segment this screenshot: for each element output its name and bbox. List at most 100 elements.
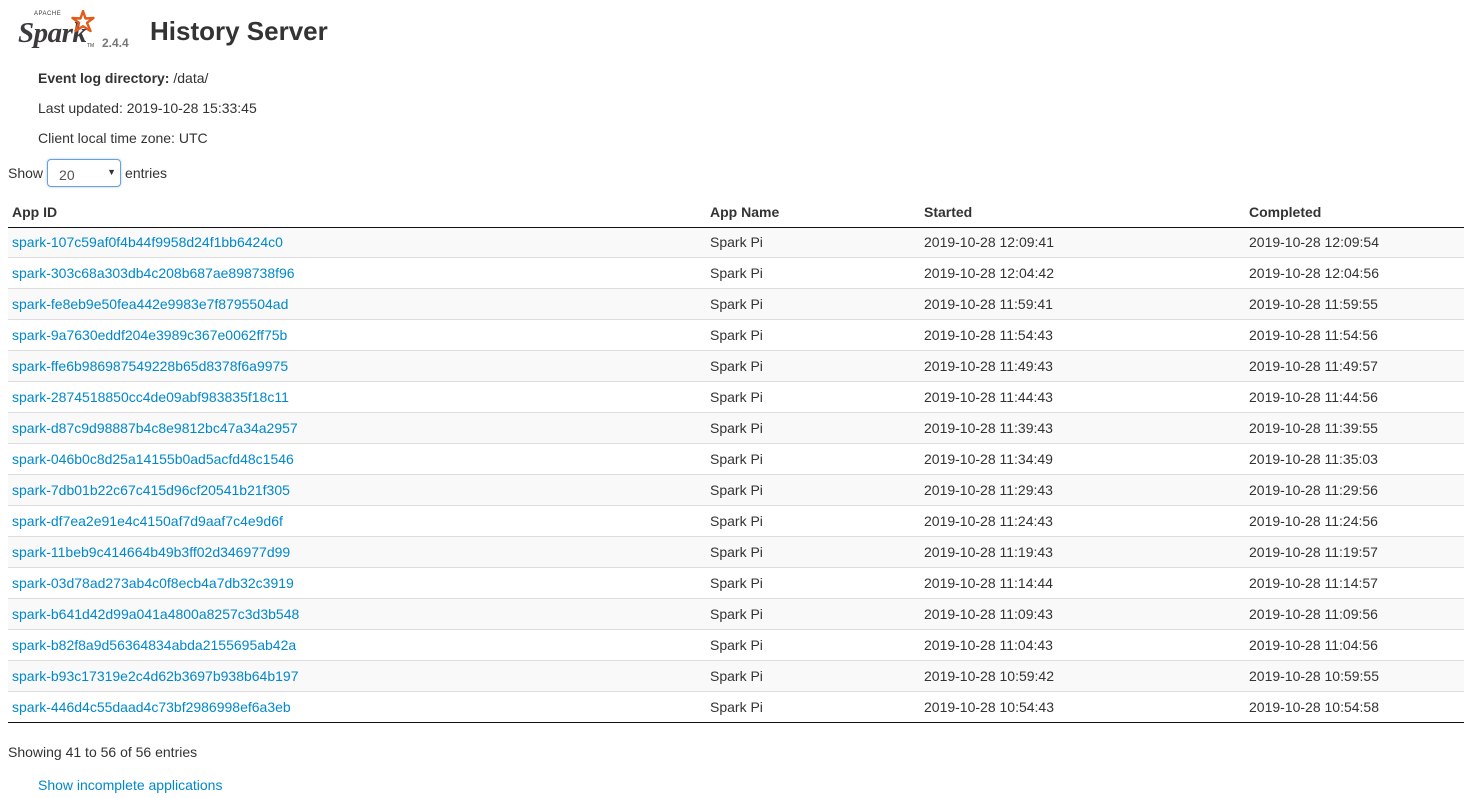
cell-app-id: spark-b93c17319e2c4d62b3697b938b64b197 xyxy=(8,659,706,691)
cell-app-id: spark-9a7630eddf204e3989c367e0062ff75b xyxy=(8,318,706,350)
cell-app-name: Spark Pi xyxy=(706,380,920,412)
column-header-started[interactable]: Started xyxy=(920,198,1245,228)
cell-started: 2019-10-28 11:29:43 xyxy=(920,473,1245,505)
app-id-link[interactable]: spark-7db01b22c67c415d96cf20541b21f305 xyxy=(12,482,290,498)
cell-app-id: spark-303c68a303db4c208b687ae898738f96 xyxy=(8,256,706,288)
cell-app-id: spark-d87c9d98887b4c8e9812bc47a34a2957 xyxy=(8,411,706,443)
app-id-link[interactable]: spark-b641d42d99a041a4800a8257c3d3b548 xyxy=(12,606,299,622)
app-id-link[interactable]: spark-446d4c55daad4c73bf2986998ef6a3eb xyxy=(12,699,291,715)
client-timezone: Client local time zone: UTC xyxy=(38,130,208,146)
spark-star-icon xyxy=(71,10,95,33)
show-incomplete-applications-link[interactable]: Show incomplete applications xyxy=(38,777,222,793)
applications-table: App ID App Name Started Completed spark-… xyxy=(8,198,1464,723)
table-row: spark-fe8eb9e50fea442e9983e7f8795504ad Sp… xyxy=(8,287,1464,319)
cell-started: 2019-10-28 11:09:43 xyxy=(920,597,1245,629)
cell-app-name: Spark Pi xyxy=(706,628,920,660)
cell-app-id: spark-03d78ad273ab4c0f8ecb4a7db32c3919 xyxy=(8,566,706,598)
entries-per-page-select[interactable]: 20 ▼ xyxy=(47,159,122,187)
table-info-status: Showing 41 to 56 of 56 entries xyxy=(8,744,198,760)
cell-started: 2019-10-28 11:39:43 xyxy=(920,411,1245,443)
table-row: spark-11beb9c414664b49b3ff02d346977d99 Sp… xyxy=(8,535,1464,567)
table-row: spark-7db01b22c67c415d96cf20541b21f305 Sp… xyxy=(8,473,1464,505)
cell-app-id: spark-7db01b22c67c415d96cf20541b21f305 xyxy=(8,473,706,505)
app-id-link[interactable]: spark-303c68a303db4c208b687ae898738f96 xyxy=(12,265,295,281)
cell-completed: 2019-10-28 11:54:56 xyxy=(1245,318,1464,350)
cell-app-id: spark-b82f8a9d56364834abda2155695ab42a xyxy=(8,628,706,660)
cell-app-name: Spark Pi xyxy=(706,504,920,536)
table-row: spark-df7ea2e91e4c4150af7d9aaf7c4e9d6f Sp… xyxy=(8,504,1464,536)
app-id-link[interactable]: spark-2874518850cc4de09abf983835f18c11 xyxy=(12,389,289,405)
cell-app-name: Spark Pi xyxy=(706,597,920,629)
table-row: spark-b641d42d99a041a4800a8257c3d3b548 Sp… xyxy=(8,597,1464,629)
show-label: Show xyxy=(8,165,44,181)
page-title: History Server xyxy=(150,16,328,46)
app-id-link[interactable]: spark-ffe6b986987549228b65d8378f6a9975 xyxy=(12,358,288,374)
app-id-link[interactable]: spark-d87c9d98887b4c8e9812bc47a34a2957 xyxy=(12,420,298,436)
cell-app-id: spark-11beb9c414664b49b3ff02d346977d99 xyxy=(8,535,706,567)
cell-app-id: spark-446d4c55daad4c73bf2986998ef6a3eb xyxy=(8,690,706,723)
cell-started: 2019-10-28 11:04:43 xyxy=(920,628,1245,660)
entries-label: entries xyxy=(125,165,168,181)
cell-app-id: spark-b641d42d99a041a4800a8257c3d3b548 xyxy=(8,597,706,629)
cell-completed: 2019-10-28 11:35:03 xyxy=(1245,442,1464,474)
cell-started: 2019-10-28 11:44:43 xyxy=(920,380,1245,412)
cell-started: 2019-10-28 11:24:43 xyxy=(920,504,1245,536)
chevron-down-icon: ▼ xyxy=(107,167,117,177)
entries-length-control: Show 20 ▼ entries xyxy=(8,158,167,188)
table-row: spark-03d78ad273ab4c0f8ecb4a7db32c3919 Sp… xyxy=(8,566,1464,598)
app-id-link[interactable]: spark-fe8eb9e50fea442e9983e7f8795504ad xyxy=(12,296,288,312)
cell-completed: 2019-10-28 11:14:57 xyxy=(1245,566,1464,598)
cell-app-name: Spark Pi xyxy=(706,349,920,381)
app-id-link[interactable]: spark-b82f8a9d56364834abda2155695ab42a xyxy=(12,637,296,653)
app-id-link[interactable]: spark-046b0c8d25a14155b0ad5acfd48c1546 xyxy=(12,451,294,467)
cell-completed: 2019-10-28 11:04:56 xyxy=(1245,628,1464,660)
cell-app-name: Spark Pi xyxy=(706,256,920,288)
cell-started: 2019-10-28 11:49:43 xyxy=(920,349,1245,381)
cell-app-id: spark-ffe6b986987549228b65d8378f6a9975 xyxy=(8,349,706,381)
cell-completed: 2019-10-28 10:59:55 xyxy=(1245,659,1464,691)
app-id-link[interactable]: spark-03d78ad273ab4c0f8ecb4a7db32c3919 xyxy=(12,575,294,591)
app-id-link[interactable]: spark-df7ea2e91e4c4150af7d9aaf7c4e9d6f xyxy=(12,513,283,529)
table-row: spark-b82f8a9d56364834abda2155695ab42a Sp… xyxy=(8,628,1464,660)
cell-app-id: spark-fe8eb9e50fea442e9983e7f8795504ad xyxy=(8,287,706,319)
cell-app-name: Spark Pi xyxy=(706,566,920,598)
cell-completed: 2019-10-28 11:09:56 xyxy=(1245,597,1464,629)
cell-app-name: Spark Pi xyxy=(706,227,920,257)
cell-started: 2019-10-28 10:59:42 xyxy=(920,659,1245,691)
cell-completed: 2019-10-28 11:39:55 xyxy=(1245,411,1464,443)
cell-started: 2019-10-28 11:19:43 xyxy=(920,535,1245,567)
cell-started: 2019-10-28 12:09:41 xyxy=(920,227,1245,257)
cell-started: 2019-10-28 11:54:43 xyxy=(920,318,1245,350)
cell-started: 2019-10-28 11:34:49 xyxy=(920,442,1245,474)
table-row: spark-107c59af0f4b44f9958d24f1bb6424c0 Sp… xyxy=(8,227,1464,257)
column-header-app-name[interactable]: App Name xyxy=(706,198,920,228)
cell-completed: 2019-10-28 11:29:56 xyxy=(1245,473,1464,505)
table-header-row: App ID App Name Started Completed xyxy=(8,198,1464,228)
cell-app-name: Spark Pi xyxy=(706,659,920,691)
cell-app-name: Spark Pi xyxy=(706,535,920,567)
app-id-link[interactable]: spark-9a7630eddf204e3989c367e0062ff75b xyxy=(12,327,287,343)
page-header: APACHE Spark TM 2.4.4 History Server xyxy=(0,0,1464,60)
cell-app-name: Spark Pi xyxy=(706,690,920,723)
app-id-link[interactable]: spark-107c59af0f4b44f9958d24f1bb6424c0 xyxy=(12,234,283,250)
last-updated: Last updated: 2019-10-28 15:33:45 xyxy=(38,100,257,116)
table-row: spark-d87c9d98887b4c8e9812bc47a34a2957 Sp… xyxy=(8,411,1464,443)
cell-completed: 2019-10-28 11:49:57 xyxy=(1245,349,1464,381)
column-header-completed[interactable]: Completed xyxy=(1245,198,1464,228)
table-row: spark-ffe6b986987549228b65d8378f6a9975 Sp… xyxy=(8,349,1464,381)
spark-logo[interactable]: APACHE Spark TM xyxy=(18,8,98,52)
cell-app-id: spark-2874518850cc4de09abf983835f18c11 xyxy=(8,380,706,412)
table-row: spark-303c68a303db4c208b687ae898738f96 Sp… xyxy=(8,256,1464,288)
cell-app-name: Spark Pi xyxy=(706,411,920,443)
cell-completed: 2019-10-28 12:09:54 xyxy=(1245,227,1464,257)
cell-app-id: spark-107c59af0f4b44f9958d24f1bb6424c0 xyxy=(8,227,706,257)
app-id-link[interactable]: spark-b93c17319e2c4d62b3697b938b64b197 xyxy=(12,668,298,684)
table-row: spark-9a7630eddf204e3989c367e0062ff75b Sp… xyxy=(8,318,1464,350)
column-header-app-id[interactable]: App ID xyxy=(8,198,706,228)
cell-started: 2019-10-28 11:59:41 xyxy=(920,287,1245,319)
event-log-value: /data/ xyxy=(173,70,209,86)
event-log-directory: Event log directory: /data/ xyxy=(38,70,208,86)
cell-completed: 2019-10-28 12:04:56 xyxy=(1245,256,1464,288)
cell-completed: 2019-10-28 11:44:56 xyxy=(1245,380,1464,412)
app-id-link[interactable]: spark-11beb9c414664b49b3ff02d346977d99 xyxy=(12,544,290,560)
